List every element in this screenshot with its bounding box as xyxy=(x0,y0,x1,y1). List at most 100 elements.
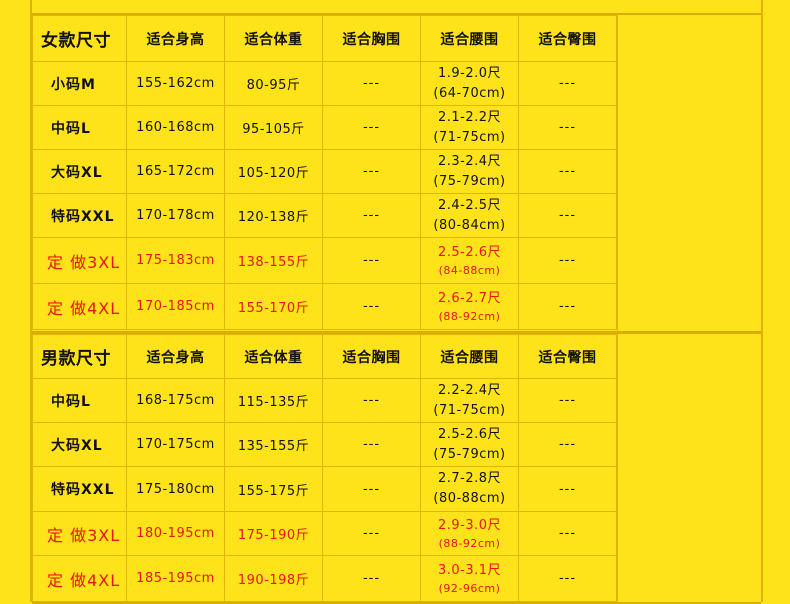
waist-cm-value: (84-88cm) xyxy=(438,263,501,277)
women-height-header: 适合身高 xyxy=(126,15,225,62)
hip-value: --- xyxy=(518,149,617,194)
waist-cm-value: (92-96cm) xyxy=(438,581,501,595)
waist-chi-value: 2.5-2.6尺 xyxy=(437,244,502,260)
size-label: 中码L xyxy=(32,105,127,150)
height-value: 165-172cm xyxy=(126,149,225,194)
size-label: 小码M xyxy=(32,61,127,106)
waist-chi-value: 2.6-2.7尺 xyxy=(437,290,502,306)
men-size-header: 男款尺寸 xyxy=(32,334,127,379)
size-row: 小码M 155-162cm 80-95斤 --- 1.9-2.0尺 (64-70cm) --… xyxy=(32,61,617,106)
chest-value: --- xyxy=(322,283,421,330)
men-weight-header: 适合体重 xyxy=(224,334,323,379)
waist-chi-value: 3.0-3.1尺 xyxy=(437,562,502,578)
men-right-strip xyxy=(617,334,761,602)
waist-value: 2.2-2.4尺 (71-75cm) xyxy=(420,378,519,423)
men-waist-header: 适合腰围 xyxy=(420,334,519,379)
women-chest-header: 适合胸围 xyxy=(322,15,421,62)
size-label: 特码XXL xyxy=(32,466,127,512)
waist-cm-value: (88-92cm) xyxy=(438,536,501,550)
waist-cm-value: (75-79cm) xyxy=(433,446,506,462)
chest-value: --- xyxy=(322,422,421,467)
waist-cm-value: (71-75cm) xyxy=(433,402,506,418)
height-value: 170-178cm xyxy=(126,193,225,238)
waist-cm-value: (71-75cm) xyxy=(433,129,506,145)
chest-value: --- xyxy=(322,378,421,423)
men-size-table: 男款尺寸 适合身高 适合体重 适合胸围 适合腰围 适合臀围 中码L 168-175… xyxy=(32,334,617,602)
waist-value: 2.1-2.2尺 (71-75cm) xyxy=(420,105,519,150)
weight-value: 105-120斤 xyxy=(224,149,323,194)
height-value: 168-175cm xyxy=(126,378,225,423)
waist-cm-value: (88-92cm) xyxy=(438,309,501,323)
size-label: 定 做4XL xyxy=(32,555,127,602)
size-row: 定 做3XL 175-183cm 138-155斤 --- 2.5-2.6尺 (84-88… xyxy=(32,237,617,284)
hip-value: --- xyxy=(518,193,617,238)
women-size-section: 女款尺寸 适合身高 适合体重 适合胸围 适合腰围 适合臀围 小码M 155-162… xyxy=(32,13,761,333)
height-value: 180-195cm xyxy=(126,511,225,556)
waist-chi-value: 2.2-2.4尺 xyxy=(437,382,502,398)
size-row: 定 做3XL 180-195cm 175-190斤 --- 2.9-3.0尺 (88-92… xyxy=(32,511,617,556)
size-row: 定 做4XL 185-195cm 190-198斤 --- 3.0-3.1尺 (92-96… xyxy=(32,555,617,602)
weight-value: 190-198斤 xyxy=(224,555,323,602)
size-label: 定 做3XL xyxy=(32,511,127,556)
size-label: 大码XL xyxy=(32,149,127,194)
height-value: 170-185cm xyxy=(126,283,225,330)
chest-value: --- xyxy=(322,149,421,194)
waist-chi-value: 2.4-2.5尺 xyxy=(437,197,502,213)
waist-value: 2.3-2.4尺 (75-79cm) xyxy=(420,149,519,194)
height-value: 175-183cm xyxy=(126,237,225,284)
height-value: 170-175cm xyxy=(126,422,225,467)
size-row: 大码XL 170-175cm 135-155斤 --- 2.5-2.6尺 (75-79cm… xyxy=(32,422,617,467)
waist-value: 2.5-2.6尺 (84-88cm) xyxy=(420,237,519,284)
men-height-header: 适合身高 xyxy=(126,334,225,379)
chest-value: --- xyxy=(322,555,421,602)
weight-value: 135-155斤 xyxy=(224,422,323,467)
men-chest-header: 适合胸围 xyxy=(322,334,421,379)
hip-value: --- xyxy=(518,237,617,284)
waist-chi-value: 2.5-2.6尺 xyxy=(437,426,502,442)
waist-value: 3.0-3.1尺 (92-96cm) xyxy=(420,555,519,602)
women-header-row: 女款尺寸 适合身高 适合体重 适合胸围 适合腰围 适合臀围 xyxy=(32,15,617,62)
weight-value: 175-190斤 xyxy=(224,511,323,556)
waist-value: 1.9-2.0尺 (64-70cm) xyxy=(420,61,519,106)
hip-value: --- xyxy=(518,466,617,512)
waist-chi-value: 2.3-2.4尺 xyxy=(437,153,502,169)
men-size-section: 男款尺寸 适合身高 适合体重 适合胸围 适合腰围 适合臀围 中码L 168-175… xyxy=(32,332,761,604)
waist-cm-value: (75-79cm) xyxy=(433,173,506,189)
chest-value: --- xyxy=(322,511,421,556)
waist-chi-value: 2.7-2.8尺 xyxy=(437,471,502,486)
height-value: 175-180cm xyxy=(126,466,225,512)
men-hip-header: 适合臀围 xyxy=(518,334,617,379)
size-row: 中码L 168-175cm 115-135斤 --- 2.2-2.4尺 (71-75cm)… xyxy=(32,378,617,423)
chest-value: --- xyxy=(322,466,421,512)
waist-chi-value: 2.1-2.2尺 xyxy=(437,109,502,125)
weight-value: 155-170斤 xyxy=(224,283,323,330)
hip-value: --- xyxy=(518,378,617,423)
waist-value: 2.5-2.6尺 (75-79cm) xyxy=(420,422,519,467)
height-value: 185-195cm xyxy=(126,555,225,602)
waist-value: 2.7-2.8尺 (80-88cm) xyxy=(420,466,519,512)
women-hip-header: 适合臀围 xyxy=(518,15,617,62)
size-label: 特码XXL xyxy=(32,193,127,238)
height-value: 160-168cm xyxy=(126,105,225,150)
waist-chi-value: 1.9-2.0尺 xyxy=(437,65,502,81)
weight-value: 115-135斤 xyxy=(224,378,323,423)
waist-cm-value: (80-84cm) xyxy=(433,217,506,233)
size-row: 特码XXL 170-178cm 120-138斤 --- 2.4-2.5尺 (80-84c… xyxy=(32,193,617,238)
hip-value: --- xyxy=(518,283,617,330)
hip-value: --- xyxy=(518,422,617,467)
size-row: 定 做4XL 170-185cm 155-170斤 --- 2.6-2.7尺 (88-92… xyxy=(32,283,617,330)
height-value: 155-162cm xyxy=(126,61,225,106)
women-size-header: 女款尺寸 xyxy=(32,15,127,62)
women-size-table: 女款尺寸 适合身高 适合体重 适合胸围 适合腰围 适合臀围 小码M 155-162… xyxy=(32,15,617,330)
chest-value: --- xyxy=(322,61,421,106)
waist-value: 2.6-2.7尺 (88-92cm) xyxy=(420,283,519,330)
weight-value: 120-138斤 xyxy=(224,193,323,238)
size-label: 大码XL xyxy=(32,422,127,467)
weight-value: 155-175斤 xyxy=(224,466,323,512)
waist-value: 2.9-3.0尺 (88-92cm) xyxy=(420,511,519,556)
hip-value: --- xyxy=(518,511,617,556)
waist-cm-value: (64-70cm) xyxy=(433,85,506,101)
women-right-strip xyxy=(617,15,761,331)
size-row: 大码XL 165-172cm 105-120斤 --- 2.3-2.4尺 (75-79cm… xyxy=(32,149,617,194)
waist-chi-value: 2.9-3.0尺 xyxy=(437,517,502,533)
